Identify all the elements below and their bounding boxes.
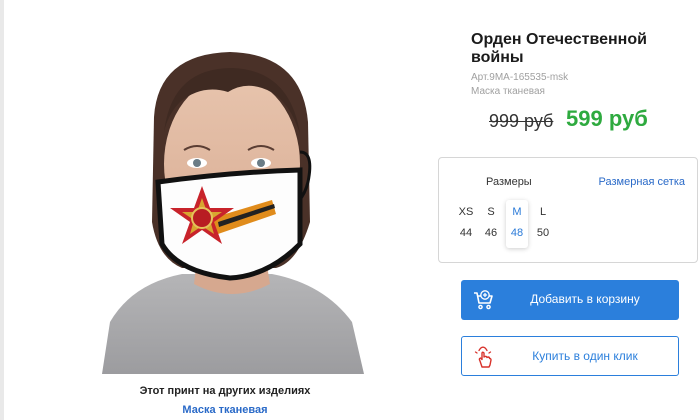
- size-selector: Размеры Размерная сетка XS 44 S 46 M 48 …: [438, 157, 698, 263]
- size-number: 48: [510, 227, 524, 239]
- other-products-heading: Этот принт на других изделиях: [139, 385, 311, 397]
- current-price: 599 руб: [566, 106, 648, 131]
- size-letter: S: [487, 206, 495, 218]
- add-to-cart-label: Добавить в корзину: [530, 292, 640, 306]
- page-edge: [0, 0, 4, 420]
- size-option-l[interactable]: L 50: [532, 200, 554, 248]
- buy-one-click-button[interactable]: Купить в один клик: [461, 336, 679, 376]
- product-title: Орден Отечественной войны: [471, 31, 647, 66]
- buy-one-click-label: Купить в один клик: [532, 349, 638, 363]
- size-letter: L: [539, 206, 547, 218]
- size-option-xs[interactable]: XS 44: [455, 200, 477, 248]
- size-option-s[interactable]: S 46: [480, 200, 502, 248]
- size-number: 50: [536, 227, 550, 239]
- size-option-m[interactable]: M 48: [506, 200, 528, 248]
- size-letter: XS: [458, 206, 474, 218]
- size-chart-link[interactable]: Размерная сетка: [599, 176, 685, 188]
- product-sku: Арт.9МА-165535-msk: [471, 72, 569, 83]
- other-product-link[interactable]: Маска тканевая: [150, 404, 300, 416]
- add-to-cart-button[interactable]: Добавить в корзину: [461, 280, 679, 320]
- product-photo[interactable]: [62, 22, 390, 374]
- product-image: [62, 22, 390, 374]
- size-letter: M: [512, 206, 522, 218]
- size-number: 46: [484, 227, 498, 239]
- old-price: 999 руб: [489, 111, 554, 131]
- product-category: Маска тканевая: [471, 86, 545, 97]
- size-number: 44: [459, 227, 473, 239]
- sizes-label: Размеры: [486, 176, 532, 188]
